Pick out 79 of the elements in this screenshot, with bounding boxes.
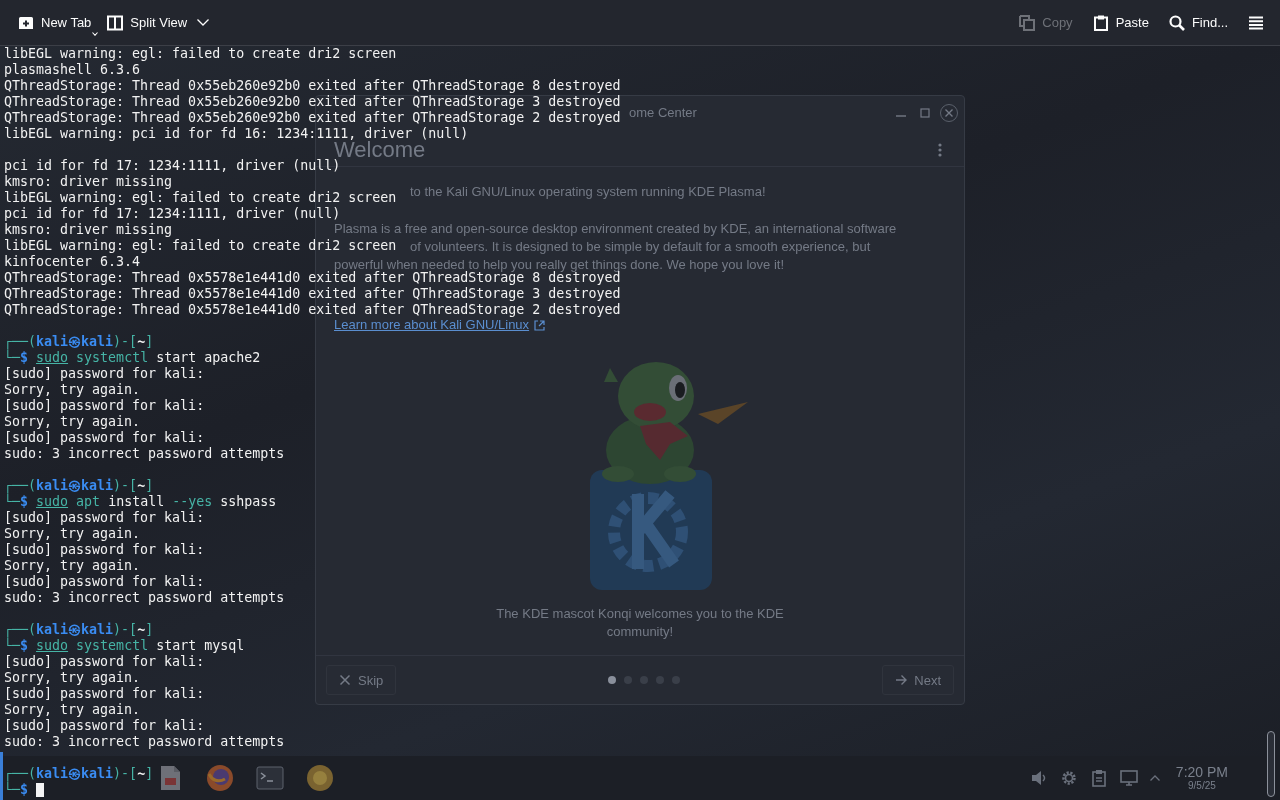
output-line: Sorry, try again.	[4, 526, 141, 542]
clock-time: 7:20 PM	[1175, 764, 1228, 780]
maximize-icon	[920, 107, 930, 118]
command-line: └─$ sudo systemctl start apache2	[4, 350, 261, 366]
output-line: [sudo] password for kali:	[4, 430, 205, 446]
output-line: libEGL warning: egl: failed to create dri2 screen	[4, 46, 397, 62]
split-view-button[interactable]: Split View	[101, 5, 194, 40]
output-line: [sudo] password for kali:	[4, 398, 205, 414]
terminal-icon[interactable]	[256, 764, 284, 792]
copy-icon	[1019, 14, 1036, 31]
output-line: libEGL warning: egl: failed to create dri2 screen	[4, 238, 397, 254]
output-line: QThreadStorage: Thread 0x5578e1e441d0 exited after QThreadStorage 3 destroyed	[4, 286, 621, 302]
learn-more-link[interactable]: Learn more about Kali GNU/Linux	[334, 318, 546, 332]
output-line: QThreadStorage: Thread 0x55eb260e92b0 exited after QThreadStorage 2 destroyed	[4, 110, 621, 126]
speaker-icon[interactable]	[1029, 769, 1048, 787]
kebab-menu-icon	[938, 142, 942, 157]
gear-icon[interactable]	[1059, 769, 1078, 787]
output-line: QThreadStorage: Thread 0x5578e1e441d0 exited after QThreadStorage 2 destroyed	[4, 302, 621, 318]
output-line: QThreadStorage: Thread 0x5578e1e441d0 exited after QThreadStorage 8 destroyed	[4, 270, 621, 286]
arrow-right-icon	[895, 674, 908, 686]
window-title: ome Center	[629, 105, 697, 120]
output-line: libEGL warning: egl: failed to create dri2 screen	[4, 190, 397, 206]
command-line: └─$ sudo apt install --yes sshpass	[4, 494, 277, 510]
output-line: QThreadStorage: Thread 0x55eb260e92b0 exited after QThreadStorage 8 destroyed	[4, 78, 621, 94]
output-line: sudo: 3 incorrect password attempts	[4, 734, 285, 750]
body-text-line: of volunteers. It is designed to be simple by default for a smooth experience, but	[410, 239, 871, 254]
chevron-down-icon	[197, 19, 210, 26]
output-line: [sudo] password for kali:	[4, 574, 205, 590]
prompt-line: ┌──(kali㉿kali)-[~]	[4, 622, 154, 638]
intro-text: to the Kali GNU/Linux operating system running KDE Plasma!	[410, 185, 766, 199]
output-line: sudo: 3 incorrect password attempts	[4, 446, 285, 462]
command-line: └─$	[4, 782, 29, 798]
close-icon	[944, 107, 954, 118]
scrollbar-thumb[interactable]	[1267, 731, 1275, 797]
prompt-line: ┌──(kali㉿kali)-[~]	[4, 478, 154, 494]
prompt-line: ┌──(kali㉿kali)-[~]	[4, 766, 154, 782]
mascot-caption: The KDE mascot Konqi welcomes you to the KDE community!	[495, 605, 785, 641]
output-line: [sudo] password for kali:	[4, 654, 205, 670]
output-line: [sudo] password for kali:	[4, 366, 205, 382]
body-text-line: powerful when needed to help you really get things done. We hope you love it!	[334, 257, 784, 272]
find-button[interactable]: Find...	[1162, 5, 1234, 40]
clipboard-icon[interactable]	[1089, 769, 1108, 787]
output-line: Sorry, try again.	[4, 382, 141, 398]
output-line: [sudo] password for kali:	[4, 542, 205, 558]
command-line: └─$ sudo systemctl start mysql	[4, 638, 245, 654]
output-line: Sorry, try again.	[4, 414, 141, 430]
external-link-icon	[534, 319, 546, 331]
output-line: kmsro: driver missing	[4, 174, 173, 190]
disc-icon[interactable]	[306, 764, 334, 792]
output-line: [sudo] password for kali:	[4, 510, 205, 526]
output-line: plasmashell 6.3.6	[4, 62, 141, 78]
monitor-icon[interactable]	[1119, 769, 1138, 787]
prompt-line: ┌──(kali㉿kali)-[~]	[4, 334, 154, 350]
body-text-line: Plasma is a free and open-source desktop environment created by KDE, an international software	[334, 221, 897, 236]
paste-button[interactable]: Paste	[1086, 5, 1155, 40]
x-icon	[339, 674, 351, 686]
new-tab-button[interactable]: New Tab	[12, 5, 102, 40]
output-line: Sorry, try again.	[4, 670, 141, 686]
output-line: Sorry, try again.	[4, 702, 141, 718]
output-line: Sorry, try again.	[4, 558, 141, 574]
clipboard-icon	[1092, 14, 1109, 31]
prompt-marker	[0, 752, 3, 800]
chevron-up-icon[interactable]	[1149, 775, 1160, 781]
output-line: kmsro: driver missing	[4, 222, 173, 238]
search-icon	[1168, 14, 1185, 31]
output-line: [sudo] password for kali:	[4, 718, 205, 734]
split-view-icon	[107, 14, 124, 31]
output-line: sudo: 3 incorrect password attempts	[4, 590, 285, 606]
output-line: [sudo] password for kali:	[4, 686, 205, 702]
output-line: QThreadStorage: Thread 0x55eb260e92b0 exited after QThreadStorage 3 destroyed	[4, 94, 621, 110]
output-line: kinfocenter 6.3.4	[4, 254, 141, 270]
minimize-icon	[896, 114, 906, 117]
browser-icon[interactable]	[206, 764, 234, 792]
menu-icon	[1248, 14, 1264, 31]
new-tab-icon	[18, 14, 34, 31]
output-line: pci id for fd 17: 1234:1111, driver (null)	[4, 158, 341, 174]
clock-date: 9/5/25	[1188, 780, 1216, 792]
output-line: pci id for fd 17: 1234:1111, driver (null)	[4, 206, 341, 222]
page-dot[interactable]	[608, 676, 617, 684]
